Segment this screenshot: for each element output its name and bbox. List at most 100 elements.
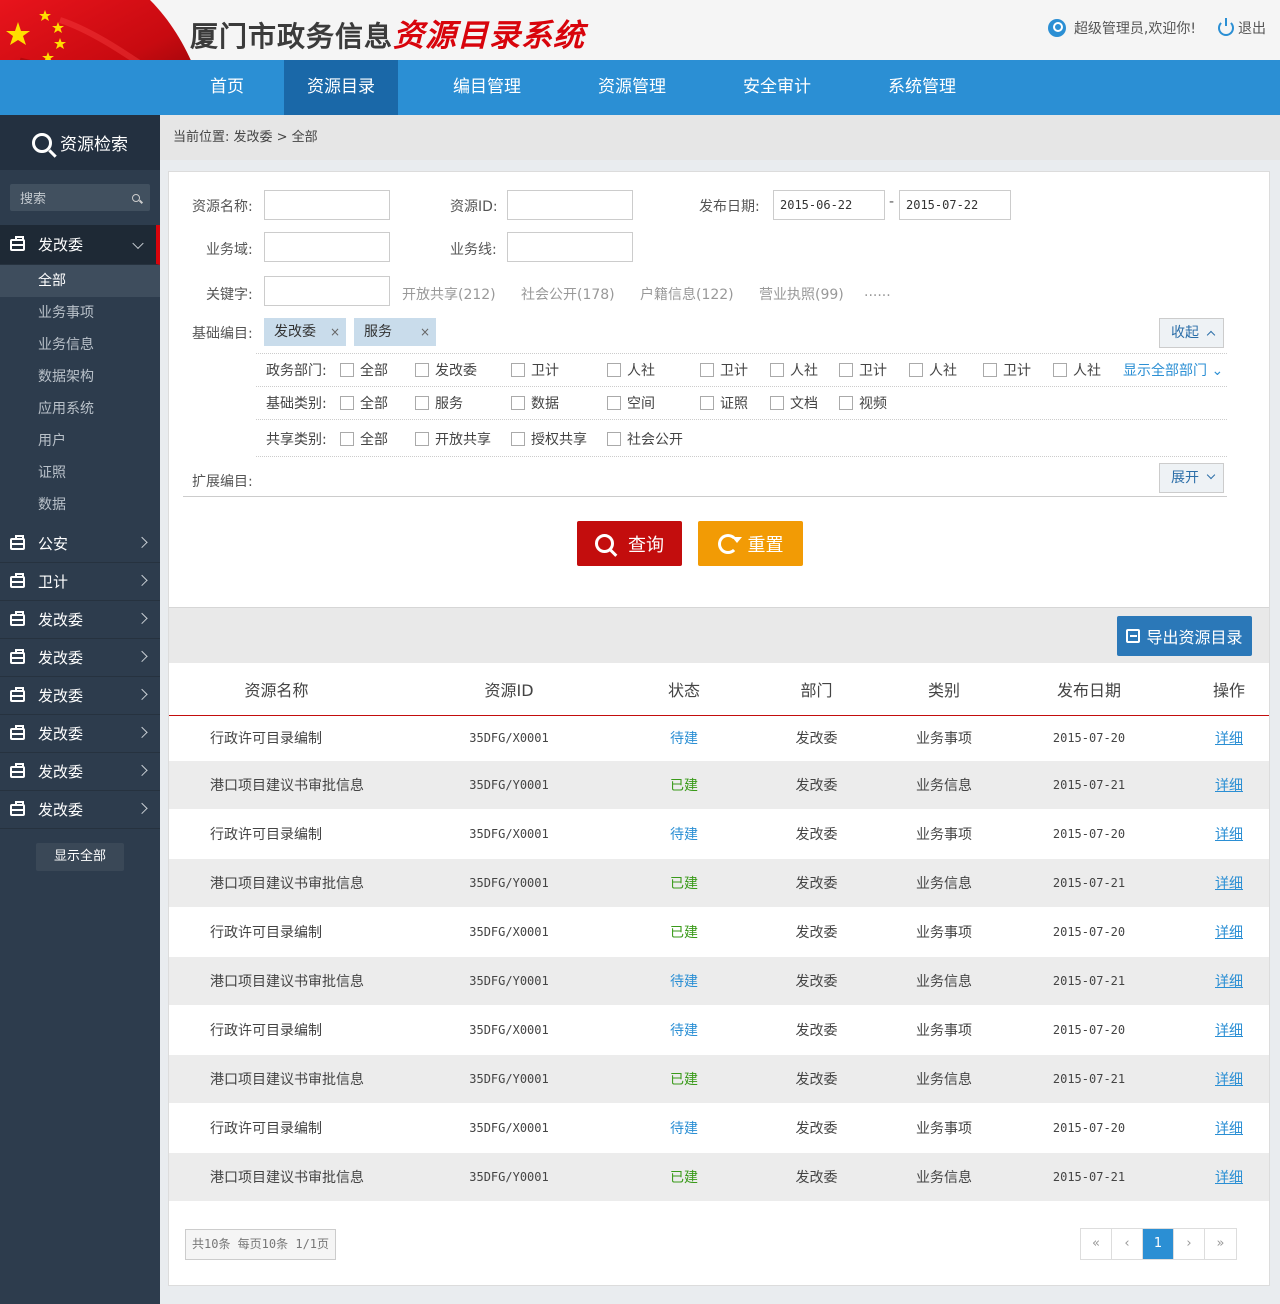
- cell-id: 35DFG/Y0001: [384, 1153, 634, 1201]
- detail-link[interactable]: 详细: [1215, 731, 1243, 747]
- business-line-input[interactable]: [507, 232, 633, 262]
- checkbox[interactable]: 人社: [607, 360, 655, 380]
- checkbox[interactable]: 数据: [511, 393, 559, 413]
- sidebar-item-business-matter[interactable]: 业务事项: [0, 297, 160, 329]
- sidebar-group[interactable]: 发改委: [0, 715, 160, 753]
- keyword-tag[interactable]: 营业执照(99): [759, 284, 844, 304]
- keyword-tag[interactable]: 开放共享(212): [402, 284, 496, 304]
- sidebar-group[interactable]: 发改委: [0, 639, 160, 677]
- sidebar-group[interactable]: 发改委: [0, 601, 160, 639]
- resource-name-input[interactable]: [264, 190, 390, 220]
- sidebar-group[interactable]: 发改委: [0, 791, 160, 829]
- detail-link[interactable]: 详细: [1215, 827, 1243, 843]
- cell-category: 业务信息: [899, 859, 989, 907]
- reset-button[interactable]: 重置: [698, 521, 803, 566]
- show-all-button[interactable]: 显示全部: [36, 843, 124, 871]
- checkbox[interactable]: 全部: [340, 429, 388, 449]
- checkbox[interactable]: 服务: [415, 393, 463, 413]
- detail-link[interactable]: 详细: [1215, 974, 1243, 990]
- keyword-tag[interactable]: 社会公开(178): [521, 284, 615, 304]
- detail-link[interactable]: 详细: [1215, 778, 1243, 794]
- status-text: 已建: [670, 876, 698, 892]
- checkbox[interactable]: 人社: [1053, 360, 1101, 380]
- close-icon[interactable]: ×: [330, 318, 340, 346]
- cell-date: 2015-07-20: [1052, 1023, 1126, 1037]
- sidebar-group-open[interactable]: 发改委: [0, 225, 160, 265]
- last-page-button[interactable]: »: [1205, 1229, 1236, 1259]
- close-icon[interactable]: ×: [420, 318, 430, 346]
- col-header-dept[interactable]: 部门: [734, 663, 899, 716]
- logout-button[interactable]: 退出: [1218, 18, 1266, 38]
- sidebar-item-data[interactable]: 数据: [0, 489, 160, 521]
- detail-link[interactable]: 详细: [1215, 876, 1243, 892]
- cell-category: 业务信息: [899, 957, 989, 1005]
- cell-dept: 发改委: [795, 1023, 838, 1039]
- sidebar-item-user[interactable]: 用户: [0, 425, 160, 457]
- date-to-input[interactable]: 2015-07-22: [899, 190, 1011, 220]
- col-header-status[interactable]: 状态: [634, 663, 734, 716]
- sidebar-group[interactable]: 发改委: [0, 677, 160, 715]
- sidebar-search-input[interactable]: 搜索: [10, 184, 150, 211]
- keyword-tag[interactable]: 户籍信息(122): [640, 284, 734, 304]
- checkbox[interactable]: 视频: [839, 393, 887, 413]
- checkbox[interactable]: 授权共享: [511, 429, 587, 449]
- nav-resource-catalog[interactable]: 资源目录: [284, 60, 398, 115]
- next-page-button[interactable]: ›: [1174, 1229, 1205, 1259]
- query-button[interactable]: 查询: [577, 521, 682, 566]
- checkbox[interactable]: 人社: [770, 360, 818, 380]
- sidebar-sub-list: 全部 业务事项 业务信息 数据架构 应用系统 用户 证照 数据: [0, 265, 160, 525]
- nav-resource-management[interactable]: 资源管理: [576, 60, 688, 115]
- checkbox[interactable]: 卫计: [839, 360, 887, 380]
- sidebar-item-license[interactable]: 证照: [0, 457, 160, 489]
- keyword-more[interactable]: ......: [864, 284, 891, 300]
- collapse-button[interactable]: 收起: [1159, 318, 1224, 348]
- sidebar-group[interactable]: 发改委: [0, 753, 160, 791]
- col-header-name[interactable]: 资源名称: [169, 663, 384, 716]
- nav-catalog-management[interactable]: 编目管理: [398, 60, 576, 115]
- checkbox[interactable]: 卫计: [983, 360, 1031, 380]
- nav-security-audit[interactable]: 安全审计: [688, 60, 866, 115]
- divider: [183, 496, 1227, 497]
- detail-link[interactable]: 详细: [1215, 1023, 1243, 1039]
- checkbox[interactable]: 全部: [340, 360, 388, 380]
- checkbox[interactable]: 全部: [340, 393, 388, 413]
- expand-button[interactable]: 展开: [1159, 463, 1224, 493]
- business-domain-input[interactable]: [264, 232, 390, 262]
- chevron-right-icon: [136, 802, 148, 814]
- col-header-date[interactable]: 发布日期: [989, 663, 1189, 716]
- keyword-input[interactable]: [264, 276, 390, 306]
- show-all-depts-link[interactable]: 显示全部部门 ⌄: [1123, 360, 1223, 380]
- first-page-button[interactable]: «: [1081, 1229, 1112, 1259]
- checkbox[interactable]: 证照: [700, 393, 748, 413]
- checkbox[interactable]: 人社: [909, 360, 957, 380]
- resource-id-input[interactable]: [507, 190, 633, 220]
- sidebar-item-business-info[interactable]: 业务信息: [0, 329, 160, 361]
- checkbox[interactable]: 卫计: [700, 360, 748, 380]
- checkbox[interactable]: 文档: [770, 393, 818, 413]
- checkbox[interactable]: 空间: [607, 393, 655, 413]
- search-icon[interactable]: [132, 193, 140, 202]
- briefcase-icon: [10, 762, 25, 778]
- detail-link[interactable]: 详细: [1215, 925, 1243, 941]
- checkbox[interactable]: 社会公开: [607, 429, 683, 449]
- sidebar-item-app-system[interactable]: 应用系统: [0, 393, 160, 425]
- power-icon: [1218, 18, 1234, 36]
- checkbox[interactable]: 发改委: [415, 360, 477, 380]
- prev-page-button[interactable]: ‹: [1112, 1229, 1143, 1259]
- export-catalog-button[interactable]: 导出资源目录: [1117, 616, 1252, 656]
- col-header-id[interactable]: 资源ID: [384, 663, 634, 716]
- sidebar-item-data-arch[interactable]: 数据架构: [0, 361, 160, 393]
- checkbox[interactable]: 开放共享: [415, 429, 491, 449]
- detail-link[interactable]: 详细: [1215, 1170, 1243, 1186]
- nav-system-management[interactable]: 系统管理: [866, 60, 978, 115]
- col-header-category[interactable]: 类别: [899, 663, 989, 716]
- checkbox[interactable]: 卫计: [511, 360, 559, 380]
- sidebar-group[interactable]: 卫计: [0, 563, 160, 601]
- page-button-current[interactable]: 1: [1143, 1229, 1174, 1259]
- nav-home[interactable]: 首页: [170, 60, 284, 115]
- sidebar-item-all[interactable]: 全部: [0, 265, 160, 297]
- detail-link[interactable]: 详细: [1215, 1072, 1243, 1088]
- date-from-input[interactable]: 2015-06-22: [773, 190, 885, 220]
- sidebar-group[interactable]: 公安: [0, 525, 160, 563]
- detail-link[interactable]: 详细: [1215, 1121, 1243, 1137]
